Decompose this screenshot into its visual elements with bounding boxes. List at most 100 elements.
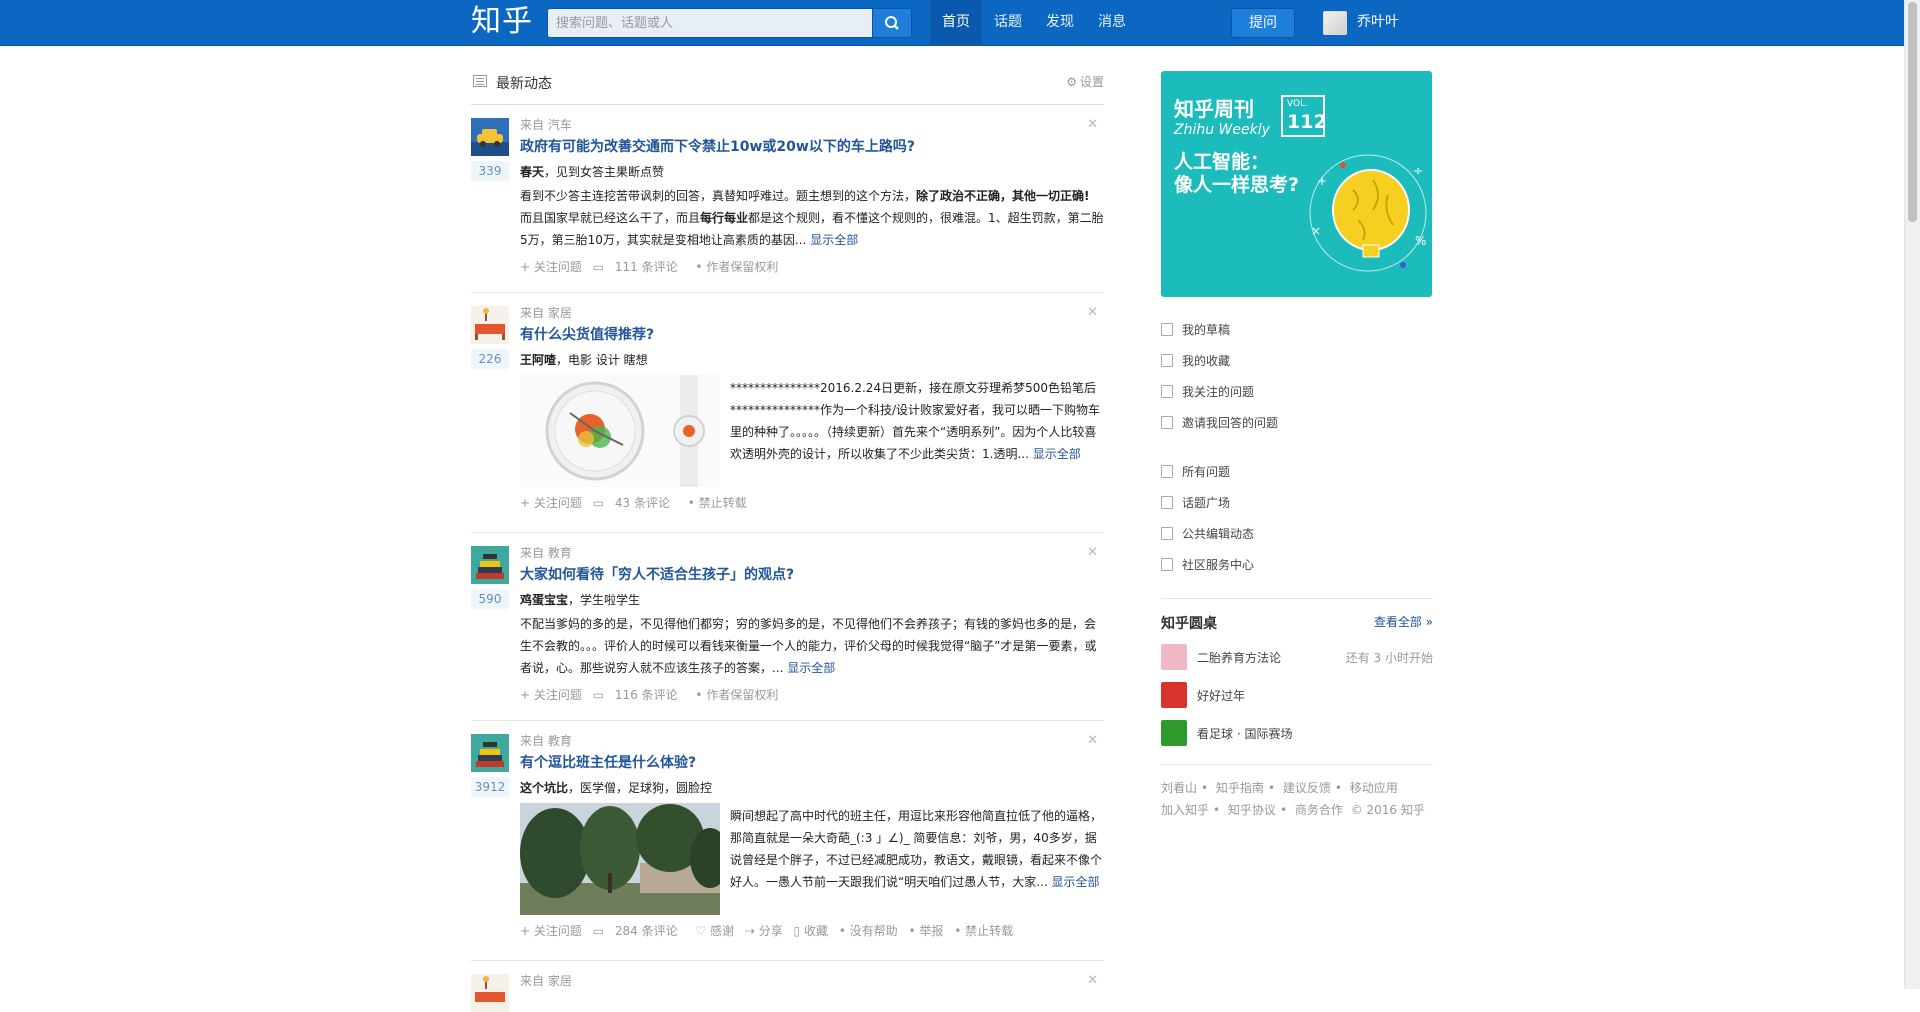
show-all-link[interactable]: 显示全部 bbox=[1052, 875, 1100, 889]
topic-source[interactable]: 来自 汽车 bbox=[520, 105, 1104, 133]
feed-item: 3912 ✕ 来自 教育 有个逗比班主任是什么体验? 这个坑比，医学僧，足球狗，… bbox=[471, 721, 1104, 961]
topic-avatar-car[interactable] bbox=[471, 118, 509, 156]
user-name[interactable]: 乔叶叶 bbox=[1357, 12, 1399, 32]
footer-link[interactable]: 加入知乎 bbox=[1161, 803, 1209, 817]
excerpt-text: 瞬间想起了高中时代的班主任，用逗比来形容他简直拉低了他的逼格，那简直就是一朵大奇… bbox=[730, 809, 1103, 889]
topic-avatar-home[interactable] bbox=[471, 974, 509, 1012]
feed-column: 最新动态 ⚙ 设置 339 ✕ 来自 汽车 政府有可能为改善交通而下令禁止10w或… bbox=[471, 60, 1104, 1012]
vote-count[interactable]: 3912 bbox=[471, 777, 509, 797]
footer-link[interactable]: 建议反馈 bbox=[1283, 781, 1331, 795]
comments-button[interactable]: ▭ 284 条评论 bbox=[593, 924, 685, 938]
question-title[interactable]: 大家如何看待「穷人不适合生孩子」的观点? bbox=[520, 564, 1104, 586]
roundtable-item[interactable]: 看足球 · 国际赛场 bbox=[1161, 714, 1433, 752]
zhihu-logo[interactable]: 知乎 bbox=[471, 5, 533, 39]
follow-question-button[interactable]: + 关注问题 bbox=[520, 496, 582, 510]
follow-question-button[interactable]: + 关注问题 bbox=[520, 260, 582, 274]
nav-topics[interactable]: 话题 bbox=[982, 0, 1034, 46]
vote-count[interactable]: 226 bbox=[471, 349, 509, 369]
footer-link[interactable]: 商务合作 bbox=[1295, 803, 1343, 817]
topic-source[interactable]: 来自 教育 bbox=[520, 533, 1104, 561]
close-icon[interactable]: ✕ bbox=[1087, 545, 1098, 560]
scrollbar-thumb[interactable] bbox=[1908, 2, 1917, 222]
followed-questions-link[interactable]: 我关注的问题 bbox=[1161, 376, 1433, 407]
comment-icon: ▭ bbox=[592, 688, 608, 702]
invitations-link[interactable]: 邀请我回答的问题 bbox=[1161, 407, 1433, 438]
feed-item: 226 ✕ 来自 家居 有什么尖货值得推荐? 王阿喳，电影 设计 瞎想 ****… bbox=[471, 293, 1104, 533]
thanks-button[interactable]: ♡ 感谢 bbox=[695, 924, 734, 938]
answer-with-thumbnail: 瞬间想起了高中时代的班主任，用逗比来形容他简直拉低了他的逼格，那简直就是一朵大奇… bbox=[520, 803, 1104, 915]
answer-excerpt[interactable]: 瞬间想起了高中时代的班主任，用逗比来形容他简直拉低了他的逼格，那简直就是一朵大奇… bbox=[730, 805, 1104, 915]
all-questions-link[interactable]: 所有问题 bbox=[1161, 456, 1433, 487]
copyright: © 2016 知乎 bbox=[1350, 803, 1425, 817]
question-title[interactable]: 有个逗比班主任是什么体验? bbox=[520, 752, 1104, 774]
follow-question-button[interactable]: + 关注问题 bbox=[520, 924, 582, 938]
show-all-link[interactable]: 显示全部 bbox=[1033, 447, 1081, 461]
topic-source[interactable]: 来自 教育 bbox=[520, 721, 1104, 749]
close-icon[interactable]: ✕ bbox=[1087, 117, 1098, 132]
author-bio: ，医学僧，足球狗，圆脸控 bbox=[568, 781, 713, 795]
author-name[interactable]: 春天 bbox=[520, 165, 544, 179]
user-avatar[interactable] bbox=[1323, 11, 1347, 35]
comments-button[interactable]: ▭ 116 条评论 bbox=[593, 688, 685, 702]
rights-label: • 作者保留权利 bbox=[695, 260, 779, 274]
roundtable-more-link[interactable]: 查看全部 » bbox=[1374, 613, 1433, 630]
community-service-link[interactable]: 社区服务中心 bbox=[1161, 549, 1433, 580]
follow-question-button[interactable]: + 关注问题 bbox=[520, 688, 582, 702]
question-title[interactable]: 有什么尖货值得推荐? bbox=[520, 324, 1104, 346]
collect-button[interactable]: ▯ 收藏 bbox=[794, 924, 828, 938]
topic-source[interactable]: 来自 家居 bbox=[520, 293, 1104, 321]
topic-avatar-education[interactable] bbox=[471, 734, 509, 772]
topic-avatar-home[interactable] bbox=[471, 306, 509, 344]
footer-link[interactable]: 知乎指南 bbox=[1216, 781, 1264, 795]
drafts-link[interactable]: 我的草稿 bbox=[1161, 314, 1433, 345]
topic-avatar-education[interactable] bbox=[471, 546, 509, 584]
question-title[interactable]: 政府有可能为改善交通而下令禁止10w或20w以下的车上路吗? bbox=[520, 136, 1104, 158]
footer-link[interactable]: 移动应用 bbox=[1350, 781, 1398, 795]
footer-link[interactable]: 刘看山 bbox=[1161, 781, 1197, 795]
vote-count[interactable]: 339 bbox=[471, 161, 509, 181]
page-scrollbar[interactable] bbox=[1904, 0, 1920, 989]
footer-link[interactable]: 知乎协议 bbox=[1228, 803, 1276, 817]
collections-link[interactable]: 我的收藏 bbox=[1161, 345, 1433, 376]
author-name[interactable]: 王阿喳 bbox=[520, 353, 556, 367]
comments-label: 284 条评论 bbox=[614, 924, 678, 938]
topic-source[interactable]: 来自 家居 bbox=[520, 961, 1104, 989]
answer-excerpt[interactable]: 不配当爹妈的多的是，不见得他们都穷；穷的爹妈多的是，不见得他们不会养孩子；有钱的… bbox=[520, 613, 1104, 679]
show-all-link[interactable]: 显示全部 bbox=[787, 661, 835, 675]
answer-excerpt[interactable]: ***************2016.2.24日更新，接在原文芬理希梦500色… bbox=[730, 377, 1104, 487]
report-button[interactable]: • 举报 bbox=[909, 924, 944, 938]
volume-number: 112 bbox=[1287, 111, 1327, 133]
answer-thumbnail-watch[interactable] bbox=[520, 375, 720, 487]
public-edits-link[interactable]: 公共编辑动态 bbox=[1161, 518, 1433, 549]
ask-question-button[interactable]: 提问 bbox=[1231, 8, 1295, 38]
comments-button[interactable]: ▭ 111 条评论 bbox=[593, 260, 685, 274]
feed-settings-link[interactable]: ⚙ 设置 bbox=[1066, 73, 1104, 90]
topic-square-link[interactable]: 话题广场 bbox=[1161, 487, 1433, 518]
close-icon[interactable]: ✕ bbox=[1087, 305, 1098, 320]
close-icon[interactable]: ✕ bbox=[1087, 733, 1098, 748]
comments-button[interactable]: ▭ 43 条评论 bbox=[593, 496, 677, 510]
nav-home[interactable]: 首页 bbox=[930, 0, 982, 46]
answer-thumbnail-trees[interactable] bbox=[520, 803, 720, 915]
home-icon bbox=[1161, 558, 1173, 571]
weekly-headline-2: 像人一样思考? bbox=[1174, 174, 1300, 196]
roundtable-item[interactable]: 二胎养育方法论 还有 3 小时开始 bbox=[1161, 638, 1433, 676]
vote-count[interactable]: 590 bbox=[471, 589, 509, 609]
author-name[interactable]: 这个坑比 bbox=[520, 781, 568, 795]
roundtable-item[interactable]: 好好过年 bbox=[1161, 676, 1433, 714]
search-input[interactable] bbox=[548, 9, 872, 37]
answer-actions: + 关注问题 ▭ 116 条评论 • 作者保留权利 bbox=[520, 685, 1104, 705]
author-name[interactable]: 鸡蛋宝宝 bbox=[520, 593, 568, 607]
nav-messages[interactable]: 消息 bbox=[1086, 0, 1138, 46]
weekly-subtitle: Zhihu Weekly bbox=[1174, 122, 1270, 138]
excerpt-part: 看到不少答主连挖苦带讽刺的回答，真替知呼难过。题主想到的这个方法， bbox=[520, 189, 917, 203]
answer-excerpt[interactable]: 看到不少答主连挖苦带讽刺的回答，真替知呼难过。题主想到的这个方法，除了政治不正确… bbox=[520, 185, 1104, 251]
share-button[interactable]: ⇢ 分享 bbox=[745, 924, 783, 938]
show-all-link[interactable]: 显示全部 bbox=[810, 233, 858, 247]
feed-header: 最新动态 ⚙ 设置 bbox=[471, 60, 1104, 105]
close-icon[interactable]: ✕ bbox=[1087, 973, 1098, 988]
zhihu-weekly-banner[interactable]: 知乎周刊 Zhihu Weekly VOL. 112 人工智能： 像人一样思考?… bbox=[1161, 71, 1432, 297]
not-helpful-button[interactable]: • 没有帮助 bbox=[839, 924, 898, 938]
nav-explore[interactable]: 发现 bbox=[1034, 0, 1086, 46]
search-button[interactable] bbox=[872, 8, 912, 38]
